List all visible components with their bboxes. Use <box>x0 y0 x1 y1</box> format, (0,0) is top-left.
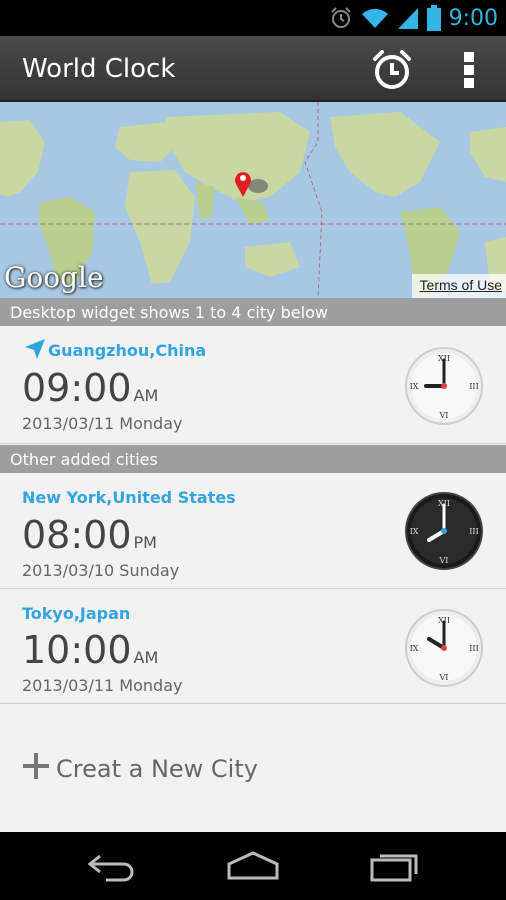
world-map[interactable]: Google Terms of Use <box>0 102 506 298</box>
city-time: 08:00 PM <box>22 513 157 557</box>
city-date: 2013/03/11 Monday <box>22 414 183 433</box>
svg-text:VI: VI <box>439 673 449 682</box>
city-ampm: AM <box>133 648 159 667</box>
analog-clock-icon: XII III VI IX <box>405 609 483 687</box>
recent-apps-icon[interactable] <box>368 850 420 882</box>
wifi-icon <box>361 8 388 28</box>
city-time: 09:00 AM <box>22 366 159 410</box>
city-row-new-york[interactable]: New York,United States 08:00 PM 2013/03/1… <box>0 473 506 589</box>
alarm-clock-icon[interactable] <box>368 46 416 94</box>
signal-icon <box>397 8 418 29</box>
google-logo: Google <box>4 261 104 294</box>
battery-icon <box>426 5 441 31</box>
alarm-icon <box>330 7 351 28</box>
svg-text:IX: IX <box>410 644 419 653</box>
status-time: 9:00 <box>448 5 498 31</box>
other-cities-section-header: Other added cities <box>0 445 506 473</box>
back-icon[interactable] <box>86 850 138 882</box>
city-row-guangzhou[interactable]: Guangzhou,China 09:00 AM 2013/03/11 Monda… <box>0 326 506 444</box>
create-city-button[interactable]: Creat a New City <box>0 704 506 832</box>
svg-text:IX: IX <box>410 382 419 391</box>
status-bar: 9:00 <box>0 0 506 36</box>
action-bar: World Clock <box>0 36 506 102</box>
plus-icon <box>23 753 49 779</box>
city-ampm: AM <box>133 386 159 405</box>
create-city-label: Creat a New City <box>56 755 258 783</box>
terms-of-use-link[interactable]: Terms of Use <box>411 274 506 298</box>
svg-text:III: III <box>469 527 478 536</box>
city-ampm: PM <box>133 533 157 552</box>
analog-clock-icon: XII III VI IX <box>405 347 483 425</box>
city-date: 2013/03/11 Monday <box>22 676 183 695</box>
svg-text:III: III <box>469 382 478 391</box>
svg-text:IX: IX <box>410 527 419 536</box>
svg-text:III: III <box>469 644 478 653</box>
city-time: 10:00 AM <box>22 628 159 672</box>
city-name: Guangzhou,China <box>48 341 207 360</box>
navigation-bar <box>0 832 506 900</box>
widget-section-header: Desktop widget shows 1 to 4 city below <box>0 298 506 326</box>
city-name: New York,United States <box>22 488 236 507</box>
svg-text:VI: VI <box>439 411 449 420</box>
overflow-menu-icon[interactable] <box>456 46 482 94</box>
location-arrow-icon <box>25 339 45 359</box>
svg-text:VI: VI <box>439 556 449 565</box>
analog-clock-icon: XII III VI IX <box>405 492 483 570</box>
home-icon[interactable] <box>226 850 280 882</box>
city-date: 2013/03/10 Sunday <box>22 561 180 580</box>
app-title: World Clock <box>22 54 176 84</box>
city-row-tokyo[interactable]: Tokyo,Japan 10:00 AM 2013/03/11 Monday XI… <box>0 590 506 704</box>
city-name: Tokyo,Japan <box>22 604 131 623</box>
